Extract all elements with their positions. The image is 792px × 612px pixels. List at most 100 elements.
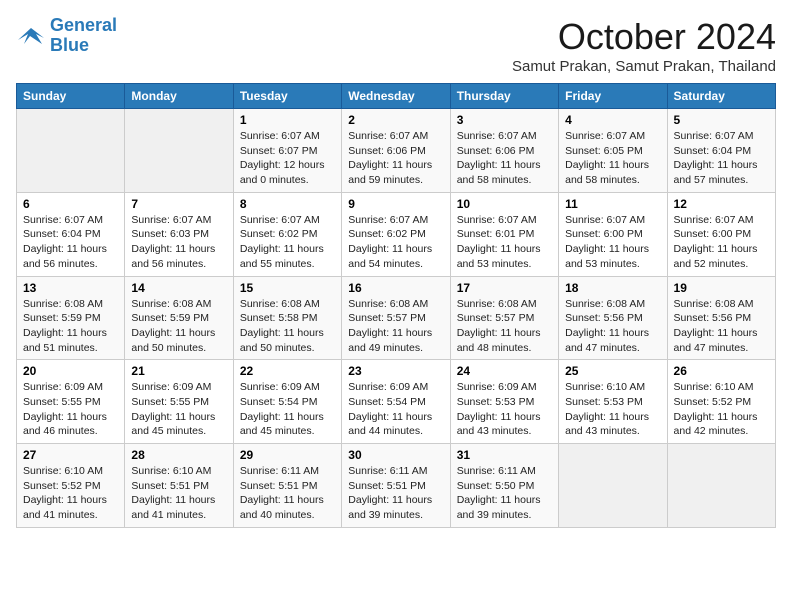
logo-text: General Blue <box>50 16 117 56</box>
calendar-cell: 3 Sunrise: 6:07 AM Sunset: 6:06 PM Daylig… <box>450 109 558 193</box>
weekday-header: Tuesday <box>233 84 341 109</box>
day-info: Sunrise: 6:07 AM Sunset: 6:03 PM Dayligh… <box>131 213 226 272</box>
day-info: Sunrise: 6:07 AM Sunset: 6:02 PM Dayligh… <box>240 213 335 272</box>
calendar-cell: 30 Sunrise: 6:11 AM Sunset: 5:51 PM Dayli… <box>342 444 450 528</box>
calendar-cell: 31 Sunrise: 6:11 AM Sunset: 5:50 PM Dayli… <box>450 444 558 528</box>
calendar-cell: 22 Sunrise: 6:09 AM Sunset: 5:54 PM Dayli… <box>233 360 341 444</box>
day-info: Sunrise: 6:07 AM Sunset: 6:06 PM Dayligh… <box>457 129 552 188</box>
calendar-cell: 26 Sunrise: 6:10 AM Sunset: 5:52 PM Dayli… <box>667 360 775 444</box>
day-number: 18 <box>565 281 660 295</box>
day-info: Sunrise: 6:08 AM Sunset: 5:57 PM Dayligh… <box>348 297 443 356</box>
day-number: 7 <box>131 197 226 211</box>
day-number: 15 <box>240 281 335 295</box>
calendar-cell: 4 Sunrise: 6:07 AM Sunset: 6:05 PM Daylig… <box>559 109 667 193</box>
day-info: Sunrise: 6:07 AM Sunset: 6:05 PM Dayligh… <box>565 129 660 188</box>
day-info: Sunrise: 6:08 AM Sunset: 5:56 PM Dayligh… <box>565 297 660 356</box>
day-info: Sunrise: 6:08 AM Sunset: 5:57 PM Dayligh… <box>457 297 552 356</box>
calendar-week-row: 6 Sunrise: 6:07 AM Sunset: 6:04 PM Daylig… <box>17 192 776 276</box>
calendar-cell: 12 Sunrise: 6:07 AM Sunset: 6:00 PM Dayli… <box>667 192 775 276</box>
calendar-cell: 9 Sunrise: 6:07 AM Sunset: 6:02 PM Daylig… <box>342 192 450 276</box>
calendar-cell: 23 Sunrise: 6:09 AM Sunset: 5:54 PM Dayli… <box>342 360 450 444</box>
day-info: Sunrise: 6:11 AM Sunset: 5:51 PM Dayligh… <box>240 464 335 523</box>
day-number: 13 <box>23 281 118 295</box>
day-info: Sunrise: 6:07 AM Sunset: 6:02 PM Dayligh… <box>348 213 443 272</box>
weekday-header-row: SundayMondayTuesdayWednesdayThursdayFrid… <box>17 84 776 109</box>
calendar-cell: 21 Sunrise: 6:09 AM Sunset: 5:55 PM Dayli… <box>125 360 233 444</box>
day-number: 19 <box>674 281 769 295</box>
calendar-cell: 29 Sunrise: 6:11 AM Sunset: 5:51 PM Dayli… <box>233 444 341 528</box>
day-info: Sunrise: 6:09 AM Sunset: 5:55 PM Dayligh… <box>131 380 226 439</box>
day-info: Sunrise: 6:08 AM Sunset: 5:56 PM Dayligh… <box>674 297 769 356</box>
day-number: 21 <box>131 364 226 378</box>
day-number: 10 <box>457 197 552 211</box>
day-info: Sunrise: 6:09 AM Sunset: 5:55 PM Dayligh… <box>23 380 118 439</box>
calendar-cell: 14Sunrise: 6:08 AM Sunset: 5:59 PM Dayli… <box>125 276 233 360</box>
day-number: 28 <box>131 448 226 462</box>
day-number: 30 <box>348 448 443 462</box>
weekday-header: Sunday <box>17 84 125 109</box>
logo: General Blue <box>16 16 117 56</box>
calendar-cell: 10 Sunrise: 6:07 AM Sunset: 6:01 PM Dayli… <box>450 192 558 276</box>
day-number: 11 <box>565 197 660 211</box>
calendar-cell: 27 Sunrise: 6:10 AM Sunset: 5:52 PM Dayli… <box>17 444 125 528</box>
day-number: 23 <box>348 364 443 378</box>
day-number: 22 <box>240 364 335 378</box>
day-info: Sunrise: 6:07 AM Sunset: 6:00 PM Dayligh… <box>674 213 769 272</box>
calendar-cell <box>125 109 233 193</box>
page-header: General Blue October 2024 Samut Prakan, … <box>16 16 776 75</box>
day-info: Sunrise: 6:08 AM Sunset: 5:58 PM Dayligh… <box>240 297 335 356</box>
day-info: Sunrise: 6:09 AM Sunset: 5:54 PM Dayligh… <box>348 380 443 439</box>
calendar-table: SundayMondayTuesdayWednesdayThursdayFrid… <box>16 83 776 528</box>
day-number: 29 <box>240 448 335 462</box>
calendar-cell: 11 Sunrise: 6:07 AM Sunset: 6:00 PM Dayli… <box>559 192 667 276</box>
day-info: Sunrise: 6:10 AM Sunset: 5:52 PM Dayligh… <box>23 464 118 523</box>
calendar-cell: 13 Sunrise: 6:08 AM Sunset: 5:59 PM Dayli… <box>17 276 125 360</box>
day-number: 4 <box>565 113 660 127</box>
calendar-cell: 16 Sunrise: 6:08 AM Sunset: 5:57 PM Dayli… <box>342 276 450 360</box>
location-subtitle: Samut Prakan, Samut Prakan, Thailand <box>512 58 776 75</box>
day-number: 8 <box>240 197 335 211</box>
day-number: 6 <box>23 197 118 211</box>
day-number: 31 <box>457 448 552 462</box>
calendar-cell <box>667 444 775 528</box>
calendar-cell: 19 Sunrise: 6:08 AM Sunset: 5:56 PM Dayli… <box>667 276 775 360</box>
day-info: Sunrise: 6:07 AM Sunset: 6:01 PM Dayligh… <box>457 213 552 272</box>
day-number: 3 <box>457 113 552 127</box>
day-info: Sunrise: 6:07 AM Sunset: 6:04 PM Dayligh… <box>23 213 118 272</box>
day-info: Sunrise: 6:10 AM Sunset: 5:53 PM Dayligh… <box>565 380 660 439</box>
day-info: Sunrise: 6:07 AM Sunset: 6:00 PM Dayligh… <box>565 213 660 272</box>
day-number: 9 <box>348 197 443 211</box>
calendar-week-row: 20Sunrise: 6:09 AM Sunset: 5:55 PM Dayli… <box>17 360 776 444</box>
calendar-cell: 15 Sunrise: 6:08 AM Sunset: 5:58 PM Dayli… <box>233 276 341 360</box>
day-number: 16 <box>348 281 443 295</box>
day-number: 12 <box>674 197 769 211</box>
day-info: Sunrise: 6:08 AM Sunset: 5:59 PM Dayligh… <box>23 297 118 356</box>
day-info: Sunrise: 6:07 AM Sunset: 6:06 PM Dayligh… <box>348 129 443 188</box>
calendar-cell: 25 Sunrise: 6:10 AM Sunset: 5:53 PM Dayli… <box>559 360 667 444</box>
weekday-header: Wednesday <box>342 84 450 109</box>
day-number: 25 <box>565 364 660 378</box>
month-title: October 2024 <box>512 16 776 58</box>
day-info: Sunrise: 6:11 AM Sunset: 5:51 PM Dayligh… <box>348 464 443 523</box>
calendar-cell: 24Sunrise: 6:09 AM Sunset: 5:53 PM Dayli… <box>450 360 558 444</box>
day-number: 14 <box>131 281 226 295</box>
weekday-header: Monday <box>125 84 233 109</box>
day-info: Sunrise: 6:10 AM Sunset: 5:52 PM Dayligh… <box>674 380 769 439</box>
calendar-cell <box>17 109 125 193</box>
calendar-cell: 17 Sunrise: 6:08 AM Sunset: 5:57 PM Dayli… <box>450 276 558 360</box>
calendar-cell <box>559 444 667 528</box>
calendar-cell: 5Sunrise: 6:07 AM Sunset: 6:04 PM Daylig… <box>667 109 775 193</box>
calendar-week-row: 27 Sunrise: 6:10 AM Sunset: 5:52 PM Dayli… <box>17 444 776 528</box>
day-number: 1 <box>240 113 335 127</box>
day-number: 17 <box>457 281 552 295</box>
day-info: Sunrise: 6:07 AM Sunset: 6:07 PM Dayligh… <box>240 129 335 188</box>
day-info: Sunrise: 6:09 AM Sunset: 5:54 PM Dayligh… <box>240 380 335 439</box>
day-info: Sunrise: 6:11 AM Sunset: 5:50 PM Dayligh… <box>457 464 552 523</box>
calendar-cell: 2Sunrise: 6:07 AM Sunset: 6:06 PM Daylig… <box>342 109 450 193</box>
logo-icon <box>16 24 46 48</box>
weekday-header: Thursday <box>450 84 558 109</box>
calendar-cell: 18 Sunrise: 6:08 AM Sunset: 5:56 PM Dayli… <box>559 276 667 360</box>
day-number: 27 <box>23 448 118 462</box>
day-number: 26 <box>674 364 769 378</box>
calendar-cell: 6 Sunrise: 6:07 AM Sunset: 6:04 PM Daylig… <box>17 192 125 276</box>
